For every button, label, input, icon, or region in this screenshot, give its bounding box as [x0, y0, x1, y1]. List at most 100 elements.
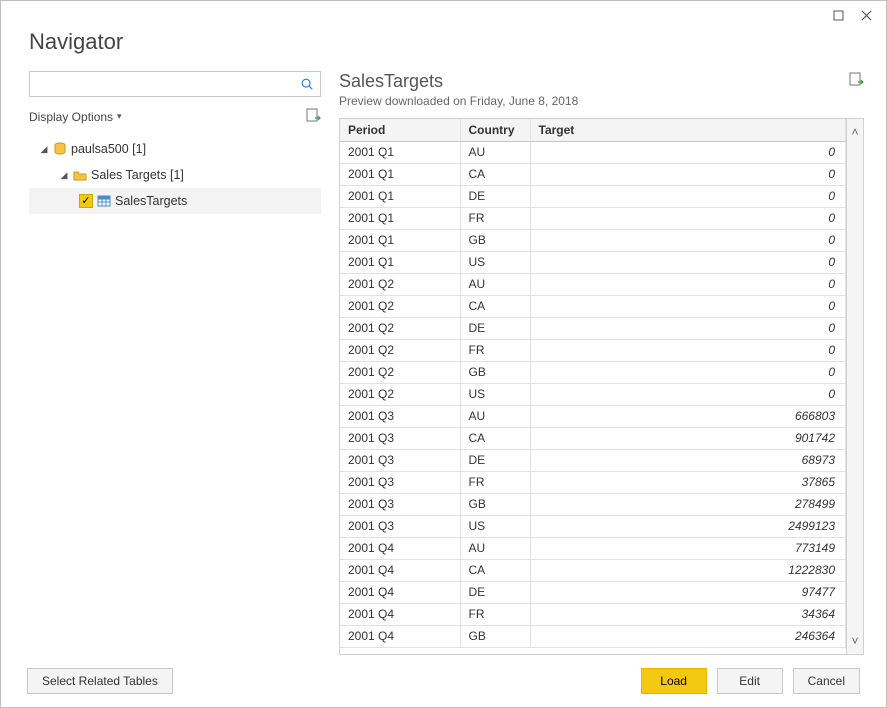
search-box[interactable]: [29, 71, 321, 97]
cell-country: AU: [460, 273, 530, 295]
cancel-button[interactable]: Cancel: [793, 668, 860, 694]
preview-grid-scroll[interactable]: Period Country Target 2001 Q1AU02001 Q1C…: [339, 118, 846, 655]
cell-country: AU: [460, 141, 530, 163]
dialog-content: Display Options ▾ ◢ paulsa500 [1]: [1, 71, 886, 655]
column-header-period[interactable]: Period: [340, 119, 460, 141]
cell-country: CA: [460, 559, 530, 581]
table-row[interactable]: 2001 Q3GB278499: [340, 493, 846, 515]
cell-country: CA: [460, 163, 530, 185]
cell-period: 2001 Q3: [340, 471, 460, 493]
table-row[interactable]: 2001 Q4AU773149: [340, 537, 846, 559]
table-row[interactable]: 2001 Q3DE68973: [340, 449, 846, 471]
table-row[interactable]: 2001 Q2CA0: [340, 295, 846, 317]
display-options-row: Display Options ▾: [29, 107, 321, 126]
table-row[interactable]: 2001 Q2AU0: [340, 273, 846, 295]
cell-period: 2001 Q1: [340, 141, 460, 163]
cell-country: CA: [460, 295, 530, 317]
tree-node-table[interactable]: ✓ SalesTargets: [29, 188, 321, 214]
table-row[interactable]: 2001 Q1CA0: [340, 163, 846, 185]
table-row[interactable]: 2001 Q2DE0: [340, 317, 846, 339]
display-options-dropdown[interactable]: Display Options ▾: [29, 110, 122, 124]
table-row[interactable]: 2001 Q1FR0: [340, 207, 846, 229]
search-input[interactable]: [36, 76, 300, 92]
cell-period: 2001 Q2: [340, 383, 460, 405]
expand-toggle-icon[interactable]: ◢: [39, 144, 49, 155]
refresh-icon: [848, 71, 864, 87]
preview-subtitle: Preview downloaded on Friday, June 8, 20…: [339, 94, 578, 108]
scroll-down-icon[interactable]: ˅: [851, 634, 858, 648]
object-tree: ◢ paulsa500 [1] ◢ Sales Targets [1] ✓: [29, 136, 321, 214]
cell-period: 2001 Q3: [340, 515, 460, 537]
table-row[interactable]: 2001 Q4FR34364: [340, 603, 846, 625]
cell-country: GB: [460, 493, 530, 515]
table-header-row: Period Country Target: [340, 119, 846, 141]
cell-country: AU: [460, 537, 530, 559]
close-icon: [861, 10, 872, 21]
tree-node-folder[interactable]: ◢ Sales Targets [1]: [29, 162, 321, 188]
column-header-target[interactable]: Target: [530, 119, 846, 141]
table-row[interactable]: 2001 Q3CA901742: [340, 427, 846, 449]
table-row[interactable]: 2001 Q2GB0: [340, 361, 846, 383]
table-row[interactable]: 2001 Q3US2499123: [340, 515, 846, 537]
cell-target: 0: [530, 163, 846, 185]
load-button[interactable]: Load: [641, 668, 707, 694]
cell-target: 34364: [530, 603, 846, 625]
scroll-up-icon[interactable]: ˄: [851, 125, 858, 139]
cell-target: 246364: [530, 625, 846, 647]
chevron-down-icon: ▾: [117, 111, 122, 122]
maximize-button[interactable]: [824, 5, 852, 25]
table-row[interactable]: 2001 Q1US0: [340, 251, 846, 273]
database-icon: [53, 142, 67, 156]
select-related-tables-button[interactable]: Select Related Tables: [27, 668, 173, 694]
folder-icon: [73, 168, 87, 182]
table-row[interactable]: 2001 Q4DE97477: [340, 581, 846, 603]
cell-target: 0: [530, 229, 846, 251]
table-row[interactable]: 2001 Q2US0: [340, 383, 846, 405]
cell-country: GB: [460, 229, 530, 251]
refresh-button[interactable]: [305, 107, 321, 126]
table-row[interactable]: 2001 Q4GB246364: [340, 625, 846, 647]
preview-refresh-button[interactable]: [848, 71, 864, 90]
display-options-label: Display Options: [29, 110, 113, 124]
titlebar: [1, 1, 886, 29]
cell-period: 2001 Q4: [340, 625, 460, 647]
cell-target: 0: [530, 361, 846, 383]
cell-target: 0: [530, 251, 846, 273]
table-row[interactable]: 2001 Q1GB0: [340, 229, 846, 251]
table-row[interactable]: 2001 Q1DE0: [340, 185, 846, 207]
cell-target: 0: [530, 339, 846, 361]
table-row[interactable]: 2001 Q2FR0: [340, 339, 846, 361]
cell-country: FR: [460, 603, 530, 625]
cell-period: 2001 Q3: [340, 405, 460, 427]
cell-period: 2001 Q2: [340, 339, 460, 361]
edit-button[interactable]: Edit: [717, 668, 783, 694]
cell-period: 2001 Q1: [340, 185, 460, 207]
cell-target: 666803: [530, 405, 846, 427]
cell-country: US: [460, 383, 530, 405]
cell-period: 2001 Q1: [340, 251, 460, 273]
cell-period: 2001 Q4: [340, 603, 460, 625]
vertical-scrollbar[interactable]: ˄ ˅: [846, 118, 864, 655]
table-checkbox[interactable]: ✓: [79, 194, 93, 208]
expand-toggle-icon[interactable]: ◢: [59, 170, 69, 181]
table-row[interactable]: 2001 Q1AU0: [340, 141, 846, 163]
tree-node-folder-label: Sales Targets [1]: [91, 168, 184, 182]
cell-period: 2001 Q4: [340, 581, 460, 603]
close-button[interactable]: [852, 5, 880, 25]
table-row[interactable]: 2001 Q3FR37865: [340, 471, 846, 493]
cell-country: GB: [460, 625, 530, 647]
tree-node-database[interactable]: ◢ paulsa500 [1]: [29, 136, 321, 162]
cell-country: US: [460, 515, 530, 537]
cell-period: 2001 Q3: [340, 493, 460, 515]
square-icon: [833, 10, 844, 21]
cell-country: GB: [460, 361, 530, 383]
cell-country: DE: [460, 185, 530, 207]
cell-target: 0: [530, 317, 846, 339]
table-row[interactable]: 2001 Q4CA1222830: [340, 559, 846, 581]
table-row[interactable]: 2001 Q3AU666803: [340, 405, 846, 427]
column-header-country[interactable]: Country: [460, 119, 530, 141]
cell-target: 0: [530, 295, 846, 317]
cell-target: 68973: [530, 449, 846, 471]
cell-period: 2001 Q3: [340, 449, 460, 471]
cell-target: 2499123: [530, 515, 846, 537]
